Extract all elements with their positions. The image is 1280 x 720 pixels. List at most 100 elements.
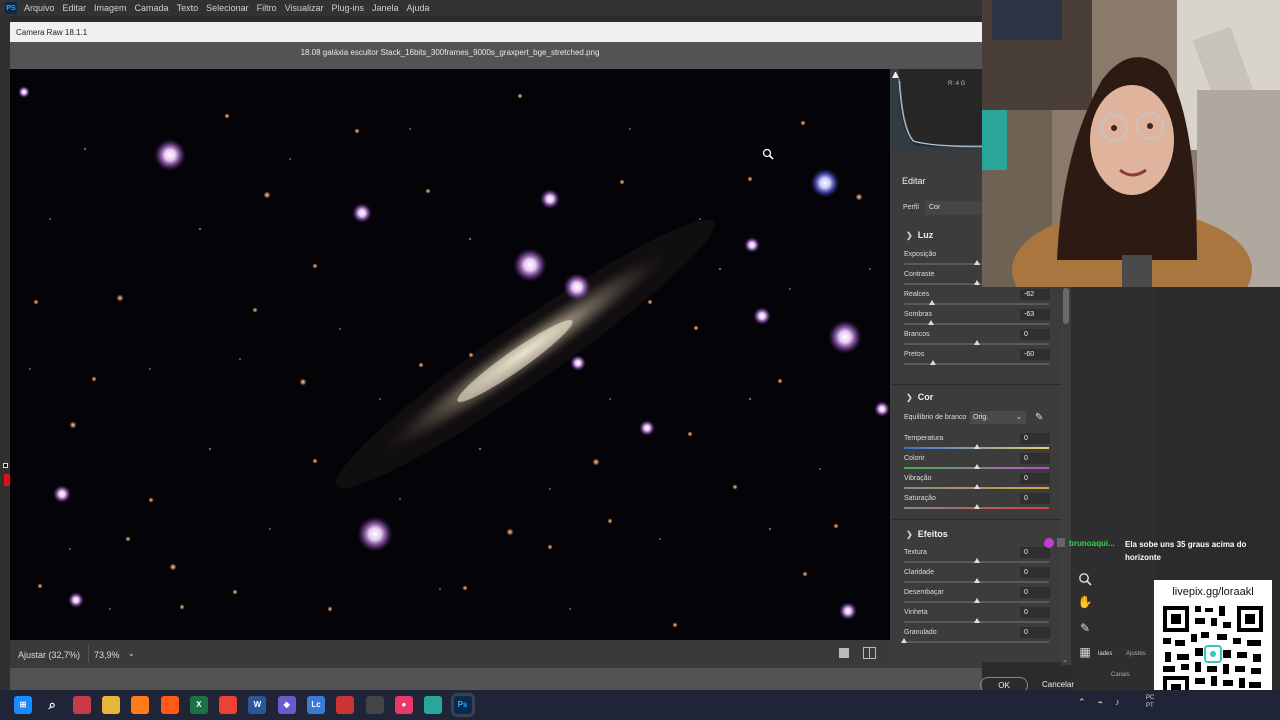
image-preview[interactable] [10, 69, 890, 640]
windows-start-icon[interactable]: ⊞ [14, 696, 32, 714]
slider-thumb[interactable] [973, 598, 980, 603]
slider-value[interactable]: 0 [1024, 455, 1028, 462]
slider-track[interactable] [904, 303, 1049, 305]
app2-icon[interactable] [336, 696, 355, 714]
color-sampler-icon[interactable]: ✎ [1077, 621, 1093, 637]
slider-value[interactable]: -63 [1024, 311, 1034, 318]
slider-brancos[interactable]: Brancos 0 [904, 329, 1050, 351]
section-cor-header[interactable]: ❯ Cor [906, 392, 933, 402]
photoshop-logo-icon[interactable]: PS [5, 2, 17, 14]
section-efeitos-header[interactable]: ❯ Efeitos [906, 529, 948, 539]
menu-visualizar[interactable]: Visualizar [285, 3, 324, 13]
menu-texto[interactable]: Texto [177, 3, 199, 13]
menu-camada[interactable]: Camada [135, 3, 169, 13]
profile-select[interactable]: Cor [925, 201, 982, 215]
excel-icon[interactable]: X [189, 696, 208, 714]
slider-track[interactable] [904, 641, 1049, 643]
slider-value[interactable]: 0 [1024, 549, 1028, 556]
white-balance-select[interactable]: Orig. ⌄ [970, 411, 1026, 424]
fit-zoom-option[interactable]: Ajustar (32,7%) [18, 650, 80, 660]
photoshop-icon[interactable]: Ps [453, 696, 472, 714]
chrome-icon[interactable] [219, 696, 238, 714]
word-icon[interactable]: W [248, 696, 267, 714]
slider-track[interactable] [904, 323, 1049, 325]
slider-sombras[interactable]: Sombras -63 [904, 309, 1050, 331]
slider-thumb[interactable] [973, 260, 980, 265]
slider-vinheta[interactable]: Vinheta 0 [904, 607, 1050, 629]
slider-value[interactable]: 0 [1024, 495, 1028, 502]
slider-track[interactable] [904, 363, 1049, 365]
slider-thumb[interactable] [930, 360, 936, 365]
slider-colorir[interactable]: Colorir 0 [904, 453, 1050, 475]
slider-value[interactable]: -62 [1024, 291, 1034, 298]
tab-adjustments[interactable]: Ajustes [1126, 651, 1146, 657]
slider-thumb[interactable] [973, 484, 980, 489]
menu-editar[interactable]: Editar [63, 3, 87, 13]
language-indicator[interactable]: PC PT [1146, 694, 1154, 710]
hand-tool-icon[interactable]: ✋ [1077, 595, 1093, 611]
slider-value[interactable]: 0 [1024, 629, 1028, 636]
slider-thumb[interactable] [973, 444, 980, 449]
slider-saturacao[interactable]: Saturação 0 [904, 493, 1050, 515]
search-icon[interactable]: ⌕ [43, 696, 61, 714]
slider-textura[interactable]: Textura 0 [904, 547, 1050, 569]
slider-realces[interactable]: Realces -62 [904, 289, 1050, 311]
slider-label: Realces [904, 291, 930, 298]
slider-claridade[interactable]: Claridade 0 [904, 567, 1050, 589]
slider-thumb[interactable] [901, 638, 907, 643]
slider-vibracao[interactable]: Vibração 0 [904, 473, 1050, 495]
zoom-tool-icon[interactable] [1077, 572, 1093, 588]
slider-value[interactable]: 0 [1024, 331, 1028, 338]
slider-thumb[interactable] [973, 464, 980, 469]
file-explorer-icon[interactable] [101, 696, 120, 714]
menu-plugins[interactable]: Plug-ins [331, 3, 364, 13]
menu-ajuda[interactable]: Ajuda [407, 3, 430, 13]
grid-overlay-icon[interactable]: ▦ [1077, 645, 1093, 661]
tab-properties[interactable]: lades [1098, 651, 1112, 657]
menu-selecionar[interactable]: Selecionar [206, 3, 249, 13]
slider-thumb[interactable] [928, 300, 935, 305]
app3-icon[interactable]: ● [394, 696, 413, 714]
slider-thumb[interactable] [973, 578, 980, 583]
system-tray-icons[interactable]: ⌃⌁♪ [1078, 697, 1131, 708]
before-after-view-icon[interactable] [863, 647, 876, 659]
clipping-warning-icon[interactable] [892, 71, 899, 78]
foreground-color-swatch[interactable] [3, 463, 8, 468]
scroll-down-icon[interactable]: ⌄ [1062, 656, 1068, 664]
app-icon[interactable]: ◆ [277, 696, 296, 714]
lc-icon[interactable]: Lc [307, 696, 325, 714]
slider-thumb[interactable] [973, 504, 980, 509]
slider-thumb[interactable] [973, 340, 980, 345]
firefox-icon[interactable] [131, 696, 150, 714]
slider-value[interactable]: 0 [1024, 475, 1028, 482]
slider-label: Vinheta [904, 609, 928, 616]
menu-filtro[interactable]: Filtro [257, 3, 277, 13]
eyedropper-icon[interactable]: ✎ [1035, 412, 1043, 423]
slider-value[interactable]: 0 [1024, 609, 1028, 616]
slider-pretos[interactable]: Pretos -60 [904, 349, 1050, 371]
menu-arquivo[interactable]: Arquivo [24, 3, 55, 13]
menu-imagem[interactable]: Imagem [94, 3, 127, 13]
slider-granulado[interactable]: Granulado 0 [901, 627, 1050, 649]
slider-temperatura[interactable]: Temperatura 0 [904, 433, 1050, 455]
slider-value[interactable]: -60 [1024, 351, 1034, 358]
slider-thumb[interactable] [973, 618, 980, 623]
panel-scrollbar[interactable] [1061, 285, 1071, 665]
slider-thumb[interactable] [973, 280, 980, 285]
panel-scroll-thumb[interactable] [1063, 288, 1069, 324]
slider-thumb[interactable] [927, 320, 934, 325]
slider-thumb[interactable] [973, 558, 980, 563]
slider-value[interactable]: 0 [1024, 435, 1028, 442]
menu-janela[interactable]: Janela [372, 3, 399, 13]
tab-channels[interactable]: Canais [1111, 672, 1130, 678]
slider-desembacar[interactable]: Desembaçar 0 [904, 587, 1050, 609]
section-luz-header[interactable]: ❯ Luz [906, 230, 933, 240]
chevron-down-icon[interactable]: ⌄ [128, 649, 135, 658]
slider-value[interactable]: 0 [1024, 589, 1028, 596]
app4-icon[interactable] [424, 696, 443, 714]
single-view-icon[interactable] [839, 648, 849, 658]
slider-value[interactable]: 0 [1024, 569, 1028, 576]
brave-icon[interactable] [160, 696, 179, 714]
ws-icon[interactable] [72, 696, 91, 714]
obs-icon[interactable] [365, 696, 384, 714]
